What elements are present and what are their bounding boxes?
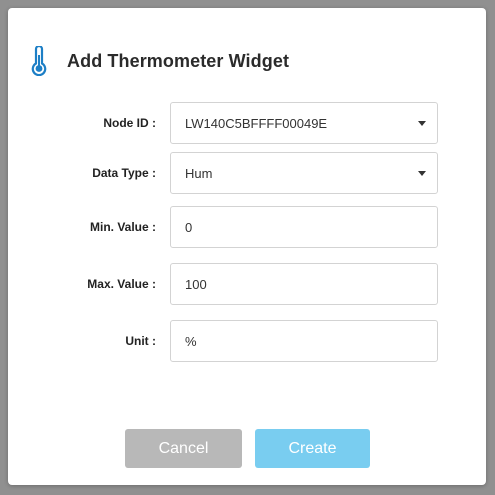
- caret-down-icon: [418, 170, 426, 176]
- unit-row: Unit : %: [8, 320, 486, 362]
- unit-input[interactable]: %: [170, 320, 438, 362]
- min-value-row: Min. Value : 0: [8, 206, 486, 248]
- min-value-text: 0: [185, 219, 193, 235]
- unit-label: Unit :: [125, 334, 156, 348]
- data-type-value: Hum: [185, 165, 213, 181]
- node-id-row: Node ID : LW140C5BFFFF00049E: [8, 102, 486, 144]
- min-value-input[interactable]: 0: [170, 206, 438, 248]
- node-id-value: LW140C5BFFFF00049E: [185, 115, 328, 131]
- max-value-row: Max. Value : 100: [8, 263, 486, 305]
- data-type-select[interactable]: Hum: [170, 152, 438, 194]
- min-value-label: Min. Value :: [89, 220, 156, 234]
- data-type-label: Data Type :: [92, 166, 156, 180]
- add-widget-dialog: Add Thermometer Widget Node ID : LW140C5…: [8, 8, 486, 485]
- thermometer-icon: [28, 44, 50, 77]
- max-value-input[interactable]: 100: [170, 263, 438, 305]
- dialog-title: Add Thermometer Widget: [67, 50, 290, 71]
- create-button[interactable]: Create: [255, 429, 370, 468]
- unit-text: %: [185, 333, 197, 349]
- cancel-button[interactable]: Cancel: [125, 429, 242, 468]
- max-value-label: Max. Value :: [87, 277, 156, 291]
- caret-down-icon: [418, 120, 426, 126]
- node-id-label: Node ID :: [103, 116, 156, 130]
- node-id-select[interactable]: LW140C5BFFFF00049E: [170, 102, 438, 144]
- dialog-header: Add Thermometer Widget: [28, 44, 290, 77]
- data-type-row: Data Type : Hum: [8, 152, 486, 194]
- max-value-text: 100: [185, 276, 207, 292]
